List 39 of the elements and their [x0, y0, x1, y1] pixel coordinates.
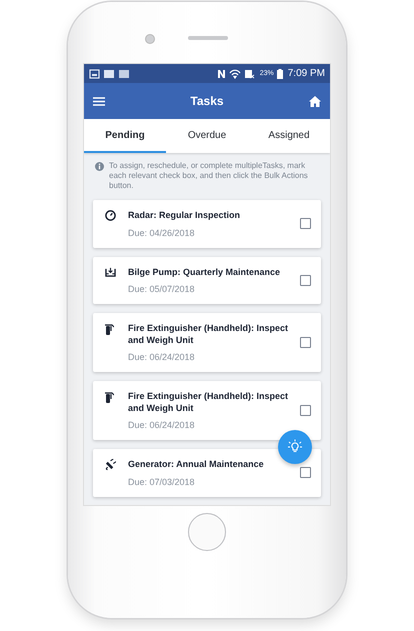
info-icon: [95, 162, 104, 171]
status-icons: [216, 68, 257, 78]
task-title: Generator: Annual Maintenance: [128, 459, 265, 470]
checkbox[interactable]: [300, 337, 311, 348]
menu-icon[interactable]: [93, 96, 105, 106]
task-due-date: Due: 06/24/2018: [128, 352, 196, 362]
task-due-date: Due: 05/07/2018: [128, 284, 196, 294]
checkbox[interactable]: [300, 467, 311, 478]
task-title: Radar: Regular Inspection: [128, 210, 242, 222]
info-text: To assign, reschedule, or complete multipleTasks, mark each relevant check box, and then click the Bulk Actions button.: [109, 161, 309, 191]
battery-icon: [276, 68, 283, 78]
tab[interactable]: Pending: [84, 119, 166, 153]
task-card[interactable]: Generator: Annual Maintenance Due: 07/03/2018: [93, 449, 321, 496]
lightbulb-icon: [287, 439, 303, 455]
tray-arrow-icon: [105, 266, 116, 276]
task-card[interactable]: Fire Extinguisher (Handheld): Inspect and Weigh Unit Due: 06/24/2018: [93, 313, 321, 372]
task-title: Fire Extinguisher (Handheld): Inspect and Weigh Unit: [128, 391, 290, 414]
checkbox[interactable]: [300, 218, 311, 230]
task-due-date: Due: 04/26/2018: [128, 228, 196, 238]
tab[interactable]: Assigned: [248, 119, 330, 153]
screen-title: Tasks: [190, 94, 224, 108]
checkbox[interactable]: [300, 274, 311, 286]
task-card[interactable]: Fire Extinguisher (Handheld): Inspect and Weigh Unit Due: 06/24/2018: [93, 381, 321, 440]
task-title: Bilge Pump: Quarterly Maintenance: [128, 266, 282, 278]
task-title: Fire Extinguisher (Handheld): Inspect and Weigh Unit: [128, 323, 290, 346]
task-card[interactable]: Bilge Pump: Quarterly Maintenance Due: 05/07/2018: [93, 256, 321, 304]
home-icon[interactable]: [308, 96, 321, 106]
camera-icon: [145, 34, 155, 44]
checkbox[interactable]: [300, 405, 311, 416]
extinguisher-icon: [105, 391, 114, 403]
gauge-icon: [105, 210, 116, 221]
task-card[interactable]: Radar: Regular Inspection Due: 04/26/2018: [93, 200, 321, 248]
speaker-icon: [188, 36, 228, 40]
plug-icon: [105, 459, 116, 470]
extinguisher-icon: [105, 323, 114, 335]
task-due-date: Due: 07/03/2018: [128, 476, 196, 486]
tab[interactable]: Overdue: [166, 119, 248, 153]
status-time: 7:09 PM: [288, 68, 325, 79]
task-due-date: Due: 06/24/2018: [128, 420, 196, 430]
